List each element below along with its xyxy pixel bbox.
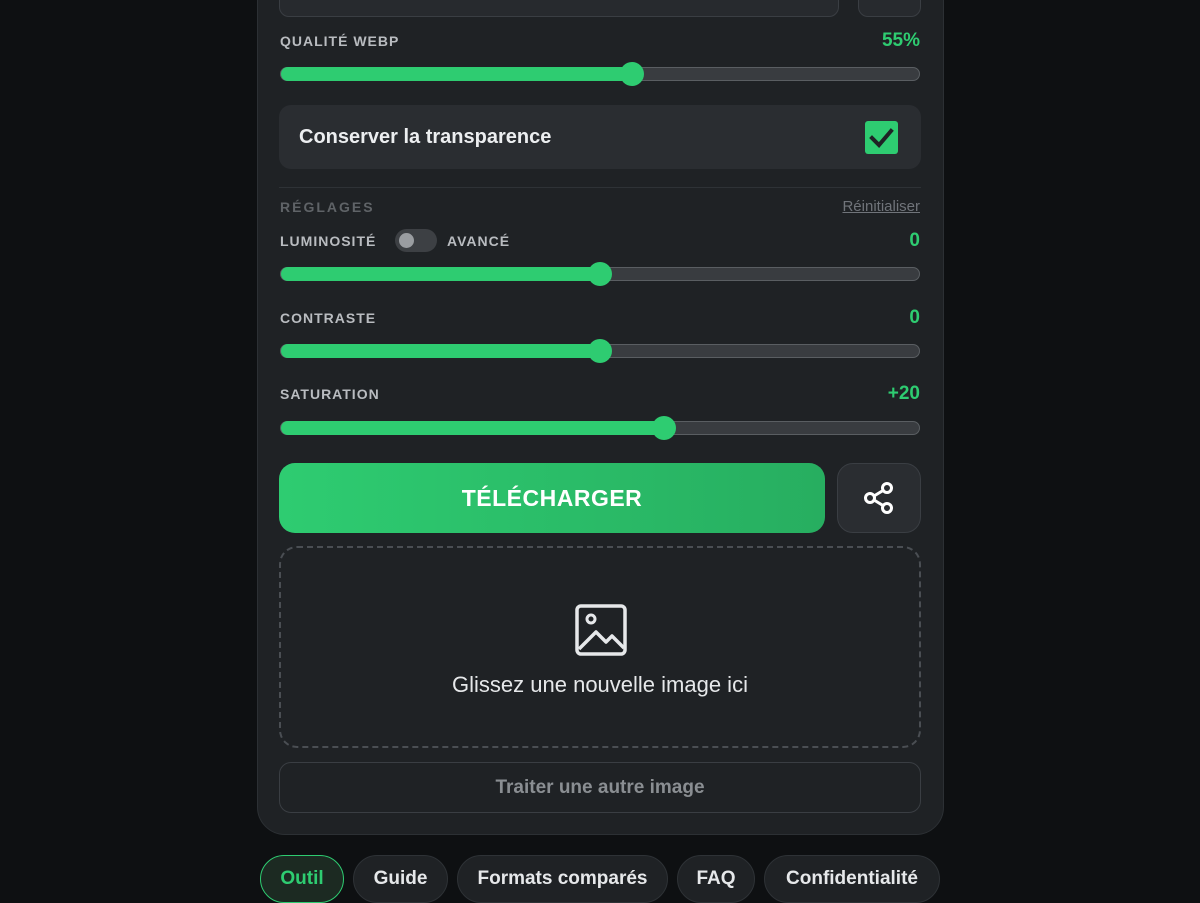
slider-fill [281,421,664,435]
tab-outil[interactable]: Outil [260,855,344,903]
slider-thumb[interactable] [651,416,676,440]
webp-quality-label: QUALITÉ WEBP [280,33,400,49]
tab-formats-compares[interactable]: Formats comparés [457,855,668,903]
tab-confidentialite[interactable]: Confidentialité [764,855,940,903]
webp-quality-value: 55% [881,30,920,51]
advanced-toggle[interactable] [395,229,437,252]
toggle-knob [399,233,414,248]
dropzone-text: Glissez une nouvelle image ici [452,672,748,697]
share-icon [864,482,893,514]
brightness-label: LUMINOSITÉ [280,233,377,249]
format-select[interactable] [279,0,839,17]
slider-fill [281,67,632,81]
saturation-slider[interactable] [280,416,920,440]
saturation-label: SATURATION [280,386,380,402]
check-icon [869,128,894,148]
slider-fill [281,344,600,358]
slider-thumb[interactable] [588,262,612,286]
settings-section-title: RÉGLAGES [280,199,375,215]
contrast-label: CONTRASTE [280,310,377,326]
brightness-value: 0 [909,230,920,251]
image-icon [575,604,627,656]
slider-thumb[interactable] [588,339,612,363]
contrast-value: 0 [909,307,920,328]
image-dropzone[interactable]: Glissez une nouvelle image ici [279,546,921,748]
share-button[interactable] [837,463,921,533]
transparency-option[interactable]: Conserver la transparence [279,105,921,169]
reset-link[interactable]: Réinitialiser [842,198,920,215]
webp-quality-slider[interactable] [280,62,920,86]
format-option-button[interactable] [858,0,921,17]
tab-guide[interactable]: Guide [353,855,448,903]
process-another-image-button[interactable]: Traiter une autre image [279,762,921,813]
saturation-value: +20 [887,383,920,404]
transparency-label: Conserver la transparence [299,126,552,148]
slider-fill [281,267,600,281]
section-divider [279,187,921,188]
tab-faq[interactable]: FAQ [677,855,755,903]
advanced-label: AVANCÉ [447,233,511,249]
download-button[interactable]: TÉLÉCHARGER [279,463,825,533]
slider-thumb[interactable] [619,62,644,86]
contrast-slider[interactable] [280,339,920,363]
brightness-slider[interactable] [280,262,920,286]
transparency-checkbox[interactable] [865,121,898,154]
